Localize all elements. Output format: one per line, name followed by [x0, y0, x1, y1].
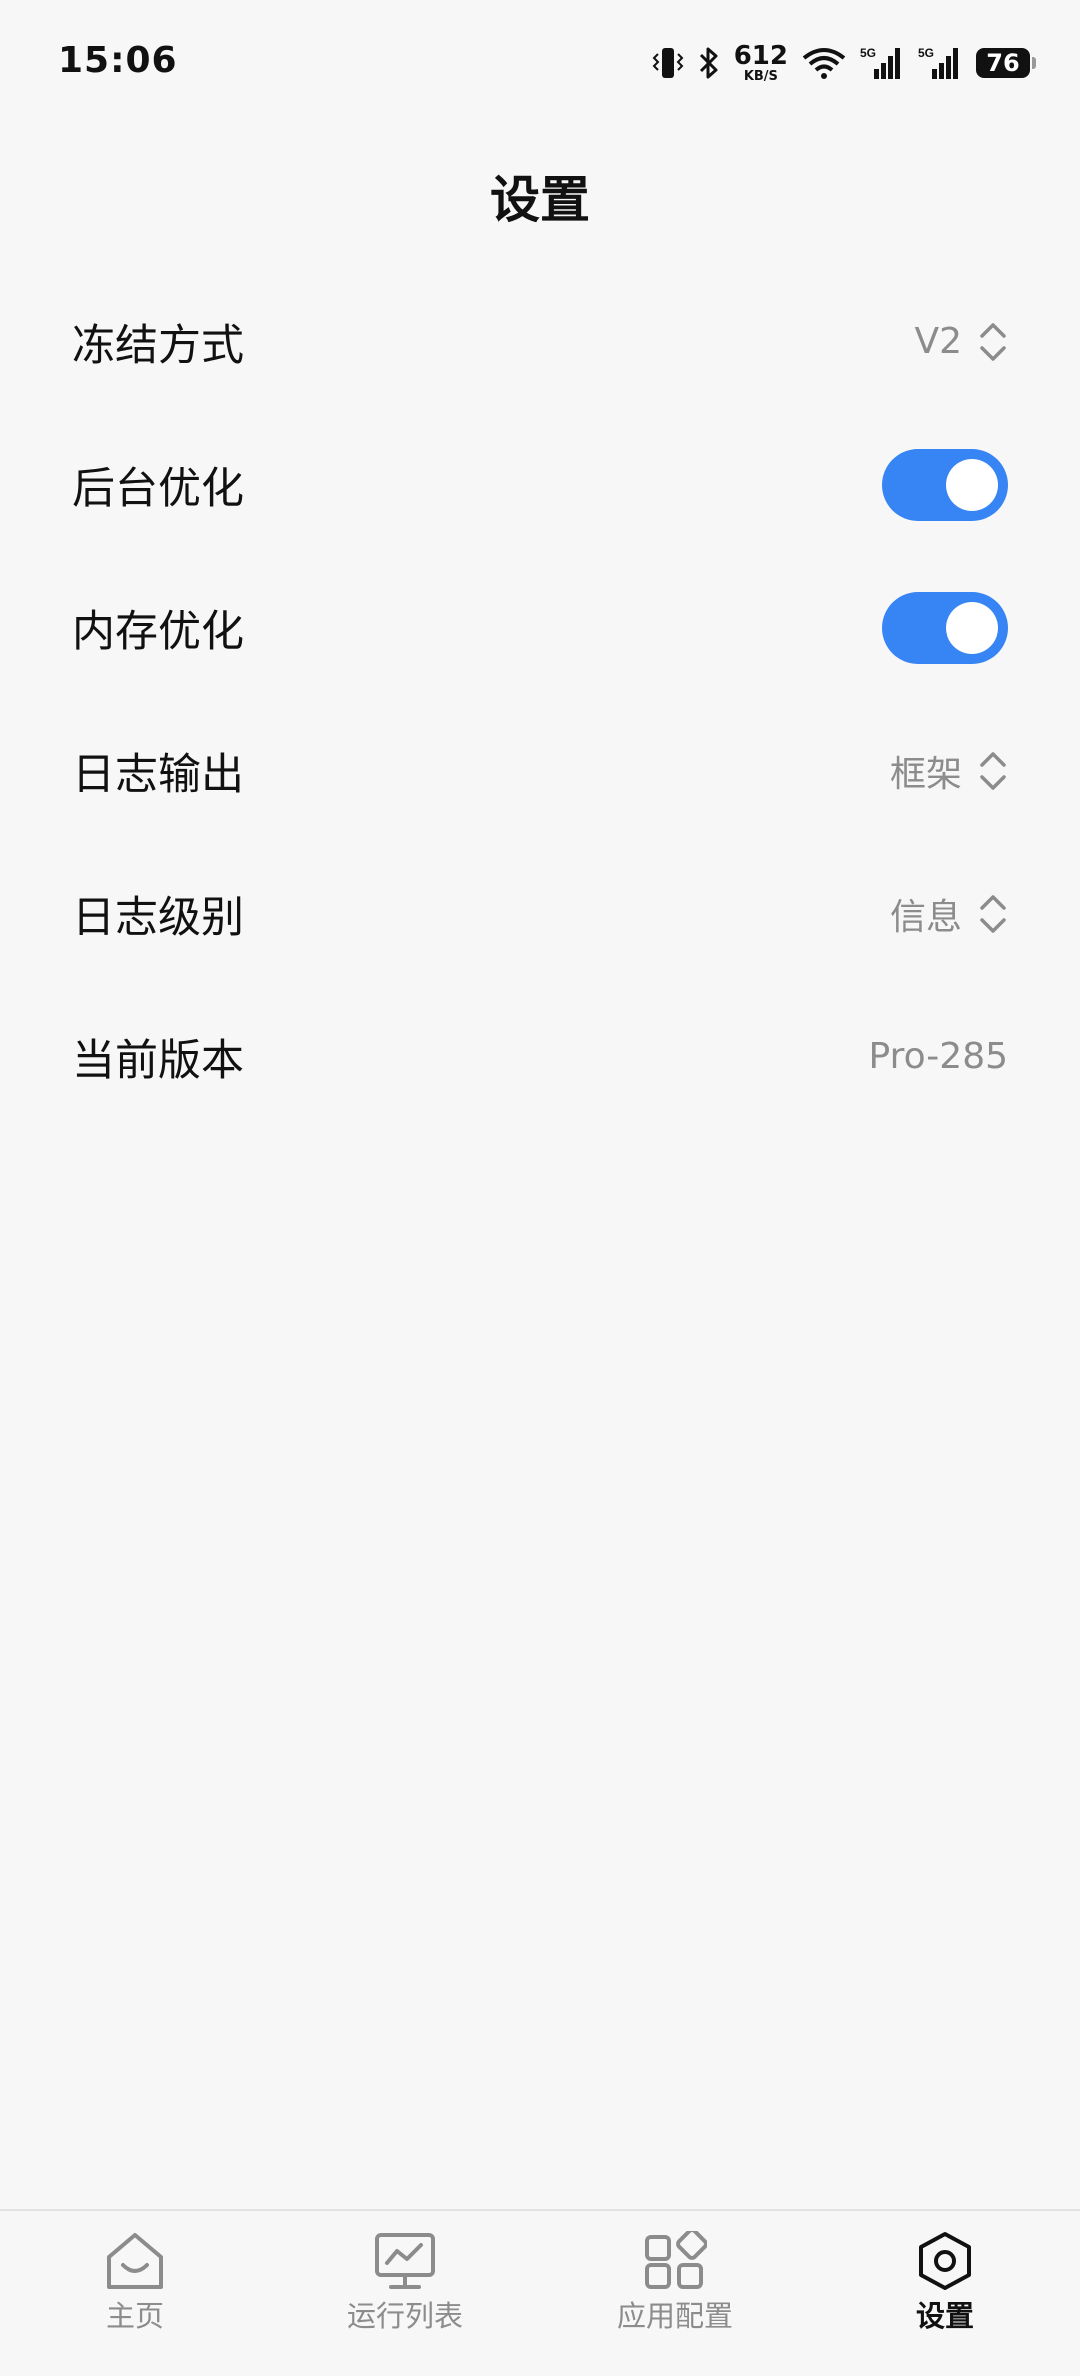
nav-label: 应用配置 — [616, 2299, 733, 2333]
version-value: Pro-285 — [868, 1036, 1008, 1077]
setting-log-level[interactable]: 日志级别 信息 — [0, 842, 1080, 985]
settings-screen: 15:06 612 KB/S 5G 5G 76 设置 冻结方式 V2 后台优化 … — [0, 0, 1080, 2376]
bluetooth-icon — [698, 46, 720, 80]
chevron-updown-icon — [980, 322, 1006, 361]
home-icon — [103, 2231, 167, 2291]
hexagon-settings-icon — [913, 2231, 977, 2291]
apps-grid-icon — [643, 2231, 707, 2291]
setting-current-version: 当前版本 Pro-285 — [0, 985, 1080, 1128]
net-speed: 612 KB/S — [734, 43, 788, 83]
svg-text:5G: 5G — [860, 46, 876, 60]
settings-list: 冻结方式 V2 后台优化 内存优化 日志输出 框架 日志级别 信息 当前版本 P… — [0, 270, 1080, 1128]
monitor-icon — [373, 2231, 437, 2291]
nav-item-running-list[interactable]: 运行列表 — [295, 2211, 515, 2335]
setting-label: 冻结方式 — [72, 320, 244, 371]
status-bar: 15:06 612 KB/S 5G 5G 76 — [0, 0, 1080, 130]
setting-value: 信息 — [889, 896, 962, 938]
setting-label: 日志级别 — [72, 892, 244, 943]
setting-label: 日志输出 — [72, 749, 244, 800]
toggle-knob — [946, 601, 998, 654]
status-icons: 612 KB/S 5G 5G 76 — [652, 40, 1036, 86]
nav-label: 主页 — [105, 2299, 164, 2333]
setting-label: 后台优化 — [72, 463, 244, 514]
setting-freeze-mode[interactable]: 冻结方式 V2 — [0, 270, 1080, 413]
memory-optimization-toggle[interactable] — [882, 591, 1008, 664]
nav-item-app-config[interactable]: 应用配置 — [565, 2211, 785, 2335]
setting-background-optimization: 后台优化 — [0, 413, 1080, 556]
bottom-nav: 主页 运行列表 应用配置 设置 — [0, 2209, 1080, 2376]
net-speed-value: 612 — [733, 41, 788, 71]
nav-label: 设置 — [915, 2299, 974, 2333]
setting-value: 框架 — [889, 753, 962, 795]
nav-label: 运行列表 — [346, 2299, 463, 2333]
status-time: 15:06 — [58, 40, 178, 81]
nav-item-home[interactable]: 主页 — [25, 2211, 245, 2335]
setting-value: V2 — [914, 321, 962, 362]
chevron-updown-icon — [980, 894, 1006, 933]
setting-memory-optimization: 内存优化 — [0, 556, 1080, 699]
svg-text:5G: 5G — [918, 46, 934, 60]
page-title: 设置 — [490, 171, 590, 229]
wifi-icon — [802, 46, 846, 80]
vibrate-icon — [652, 46, 684, 80]
nav-item-settings[interactable]: 设置 — [835, 2211, 1055, 2335]
toggle-knob — [946, 458, 998, 511]
battery-indicator: 76 — [976, 48, 1036, 78]
background-optimization-toggle[interactable] — [882, 448, 1008, 521]
net-speed-unit: KB/S — [743, 69, 778, 84]
signal-5g-icon: 5G — [860, 45, 904, 81]
setting-log-output[interactable]: 日志输出 框架 — [0, 699, 1080, 842]
setting-label: 当前版本 — [72, 1035, 244, 1086]
setting-label: 内存优化 — [72, 606, 244, 657]
signal-5g-icon: 5G — [918, 45, 962, 81]
chevron-updown-icon — [980, 751, 1006, 790]
